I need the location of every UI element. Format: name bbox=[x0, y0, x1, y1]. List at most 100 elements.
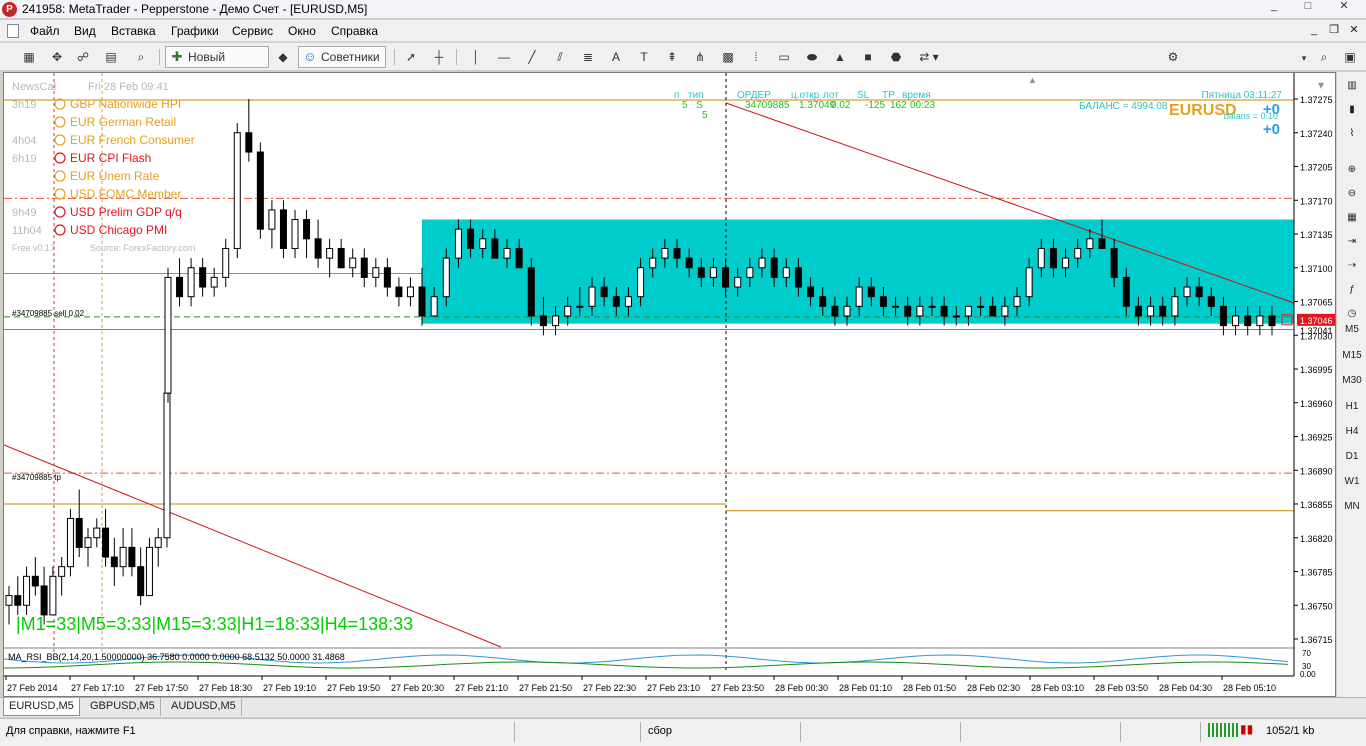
candle-body bbox=[291, 219, 299, 249]
candle-body bbox=[722, 267, 730, 288]
text-label-icon[interactable]: T bbox=[634, 46, 654, 68]
horizontal-line-icon[interactable]: — bbox=[494, 46, 514, 68]
news-footer-left: Free v0.17 bbox=[12, 243, 55, 253]
candle-body bbox=[303, 219, 311, 240]
triangle-icon[interactable]: ▲ bbox=[830, 46, 850, 68]
trendline-icon[interactable]: ╱ bbox=[522, 46, 542, 68]
tf-m5[interactable]: M5 bbox=[1341, 320, 1363, 340]
candle-body bbox=[491, 238, 499, 259]
candle-body bbox=[697, 267, 705, 278]
candle-body bbox=[588, 286, 596, 307]
chart-line-icon[interactable]: ⌇ bbox=[1341, 124, 1363, 144]
chart-candles-icon[interactable]: ▮ bbox=[1341, 100, 1363, 120]
new-chart-icon[interactable]: ▦ bbox=[18, 46, 40, 68]
close-icon[interactable]: ✕ bbox=[1334, 0, 1354, 13]
candle-body bbox=[1013, 296, 1021, 307]
menu-help[interactable]: Справка bbox=[327, 23, 382, 39]
mdi-restore-icon[interactable]: ❐ bbox=[1326, 23, 1342, 39]
candle-body bbox=[843, 305, 851, 317]
arrow-tool-icon[interactable]: ⇞ bbox=[662, 46, 682, 68]
candle-body bbox=[395, 286, 403, 298]
menu-bar: Файл Вид Вставка Графики Сервис Окно Спр… bbox=[0, 20, 1366, 42]
price-tick-label: 1.36785 bbox=[1300, 568, 1333, 578]
candle-body bbox=[940, 305, 948, 317]
candle-body bbox=[758, 257, 766, 269]
candle-body bbox=[210, 276, 218, 288]
tab-audusd-m5[interactable]: AUDUSD,M5 bbox=[166, 698, 242, 716]
right-toolbar: ▥ ▮ ⌇ ⊕ ⊖ ▦ ⇥ ⇢ ƒ ◷ M5 M15 M30 H1 H4 D1 … bbox=[1337, 72, 1366, 697]
menu-insert[interactable]: Вставка bbox=[107, 23, 160, 39]
tf-m15[interactable]: M15 bbox=[1341, 346, 1363, 366]
candle-body bbox=[649, 257, 657, 269]
settings-gear-icon[interactable]: ⚙ bbox=[1163, 46, 1183, 68]
news-item-text: EUR German Retail bbox=[70, 115, 176, 129]
menu-tools[interactable]: Сервис bbox=[228, 23, 277, 39]
text-tool-icon[interactable]: A bbox=[606, 46, 626, 68]
auto-scroll-icon[interactable]: ⇢ bbox=[1341, 256, 1363, 276]
crosshair-move-icon[interactable]: ✥ bbox=[46, 46, 68, 68]
market-watch-icon[interactable]: ☍ bbox=[72, 46, 94, 68]
cursor-icon[interactable]: ➚ bbox=[401, 46, 421, 68]
menu-file[interactable]: Файл bbox=[26, 23, 64, 39]
experts-button[interactable]: ☺ Советники bbox=[298, 46, 386, 68]
terminal-icon[interactable]: ▣ bbox=[1340, 46, 1360, 68]
minimize-icon[interactable]: _ bbox=[1264, 0, 1284, 13]
equidistant-channel-icon[interactable]: ⫽ bbox=[550, 46, 570, 68]
candle-body bbox=[977, 305, 985, 308]
search-dropdown-icon[interactable]: ▾ bbox=[1298, 47, 1310, 69]
candle-body bbox=[454, 228, 462, 259]
rectangle-tool-icon[interactable]: ▭ bbox=[774, 46, 794, 68]
tf-w1[interactable]: W1 bbox=[1341, 472, 1363, 492]
tf-d1[interactable]: D1 bbox=[1341, 447, 1363, 467]
search-icon[interactable]: ⌕ bbox=[1314, 46, 1334, 68]
chart-shift-icon[interactable]: ⇥ bbox=[1341, 232, 1363, 252]
menu-window[interactable]: Окно bbox=[284, 23, 320, 39]
tf-h4[interactable]: H4 bbox=[1341, 422, 1363, 442]
new-order-icon: ✚ bbox=[171, 49, 183, 64]
candle-body bbox=[75, 517, 83, 548]
tab-gbpusd-m5[interactable]: GBPUSD,M5 bbox=[85, 698, 161, 716]
zoom-in-icon[interactable]: ⊕ bbox=[1341, 160, 1363, 180]
candle-body bbox=[819, 296, 827, 307]
tf-m30[interactable]: M30 bbox=[1341, 371, 1363, 391]
candle-body bbox=[66, 517, 74, 568]
rectangle-fill-icon[interactable]: ■ bbox=[858, 46, 878, 68]
news-item-time: 9h49 bbox=[12, 207, 36, 219]
pitchfork-icon[interactable]: ⋔ bbox=[690, 46, 710, 68]
candle-body bbox=[349, 257, 357, 269]
meta-editor-icon[interactable]: ◆ bbox=[272, 46, 294, 68]
menu-view[interactable]: Вид bbox=[70, 23, 100, 39]
maximize-icon[interactable]: □ bbox=[1298, 0, 1318, 13]
candle-body bbox=[1232, 315, 1240, 327]
crosshair-icon[interactable]: ┼ bbox=[429, 46, 449, 68]
candle-body bbox=[372, 267, 380, 278]
candlestick-chart[interactable]: 1.37275 1.37240 1.37205 1.37170 1.37135 1.371… bbox=[4, 73, 1337, 698]
mdi-close-icon[interactable]: ✕ bbox=[1346, 23, 1362, 39]
chart-window[interactable]: 1.37275 1.37240 1.37205 1.37170 1.37135 1.371… bbox=[3, 72, 1336, 697]
chart-bars-icon[interactable]: ▥ bbox=[1341, 76, 1363, 96]
mdi-minimize-icon[interactable]: _ bbox=[1306, 23, 1322, 39]
fibonacci-icon[interactable]: ≣ bbox=[578, 46, 598, 68]
zoom-out-icon[interactable]: ⊖ bbox=[1341, 184, 1363, 204]
tf-mn[interactable]: MN bbox=[1341, 497, 1363, 517]
chart-document-icon[interactable] bbox=[7, 24, 19, 38]
tile-windows-icon[interactable]: ▦ bbox=[1341, 208, 1363, 228]
indicators-icon[interactable]: ƒ bbox=[1341, 280, 1363, 300]
vertical-line-icon[interactable]: │ bbox=[466, 46, 486, 68]
grid-pattern-icon[interactable]: ▩ bbox=[718, 46, 738, 68]
candle-body bbox=[867, 286, 875, 298]
ellipse-icon[interactable]: ⬬ bbox=[802, 46, 822, 68]
time-tick-label: 28 Feb 02:30 bbox=[967, 683, 1020, 693]
zoom-window-icon[interactable]: ⌕ bbox=[130, 46, 152, 68]
tab-eurusd-m5[interactable]: EURUSD,M5 bbox=[3, 698, 80, 716]
shape-tool-icon[interactable]: ⬣ bbox=[886, 46, 906, 68]
cycle-lines-icon[interactable]: ⦙ bbox=[746, 46, 766, 68]
chart-tabs: EURUSD,M5 GBPUSD,M5 AUDUSD,M5 bbox=[0, 697, 1366, 717]
news-item-time: 11h04 bbox=[12, 225, 42, 237]
menu-charts[interactable]: Графики bbox=[167, 23, 223, 39]
arrows-dropdown-icon[interactable]: ⇄ ▾ bbox=[914, 46, 944, 68]
tf-h1[interactable]: H1 bbox=[1341, 397, 1363, 417]
candle-body bbox=[383, 267, 391, 288]
navigator-icon[interactable]: ▤ bbox=[100, 46, 122, 68]
new-order-button[interactable]: ✚ Новый Ордер bbox=[165, 46, 269, 84]
